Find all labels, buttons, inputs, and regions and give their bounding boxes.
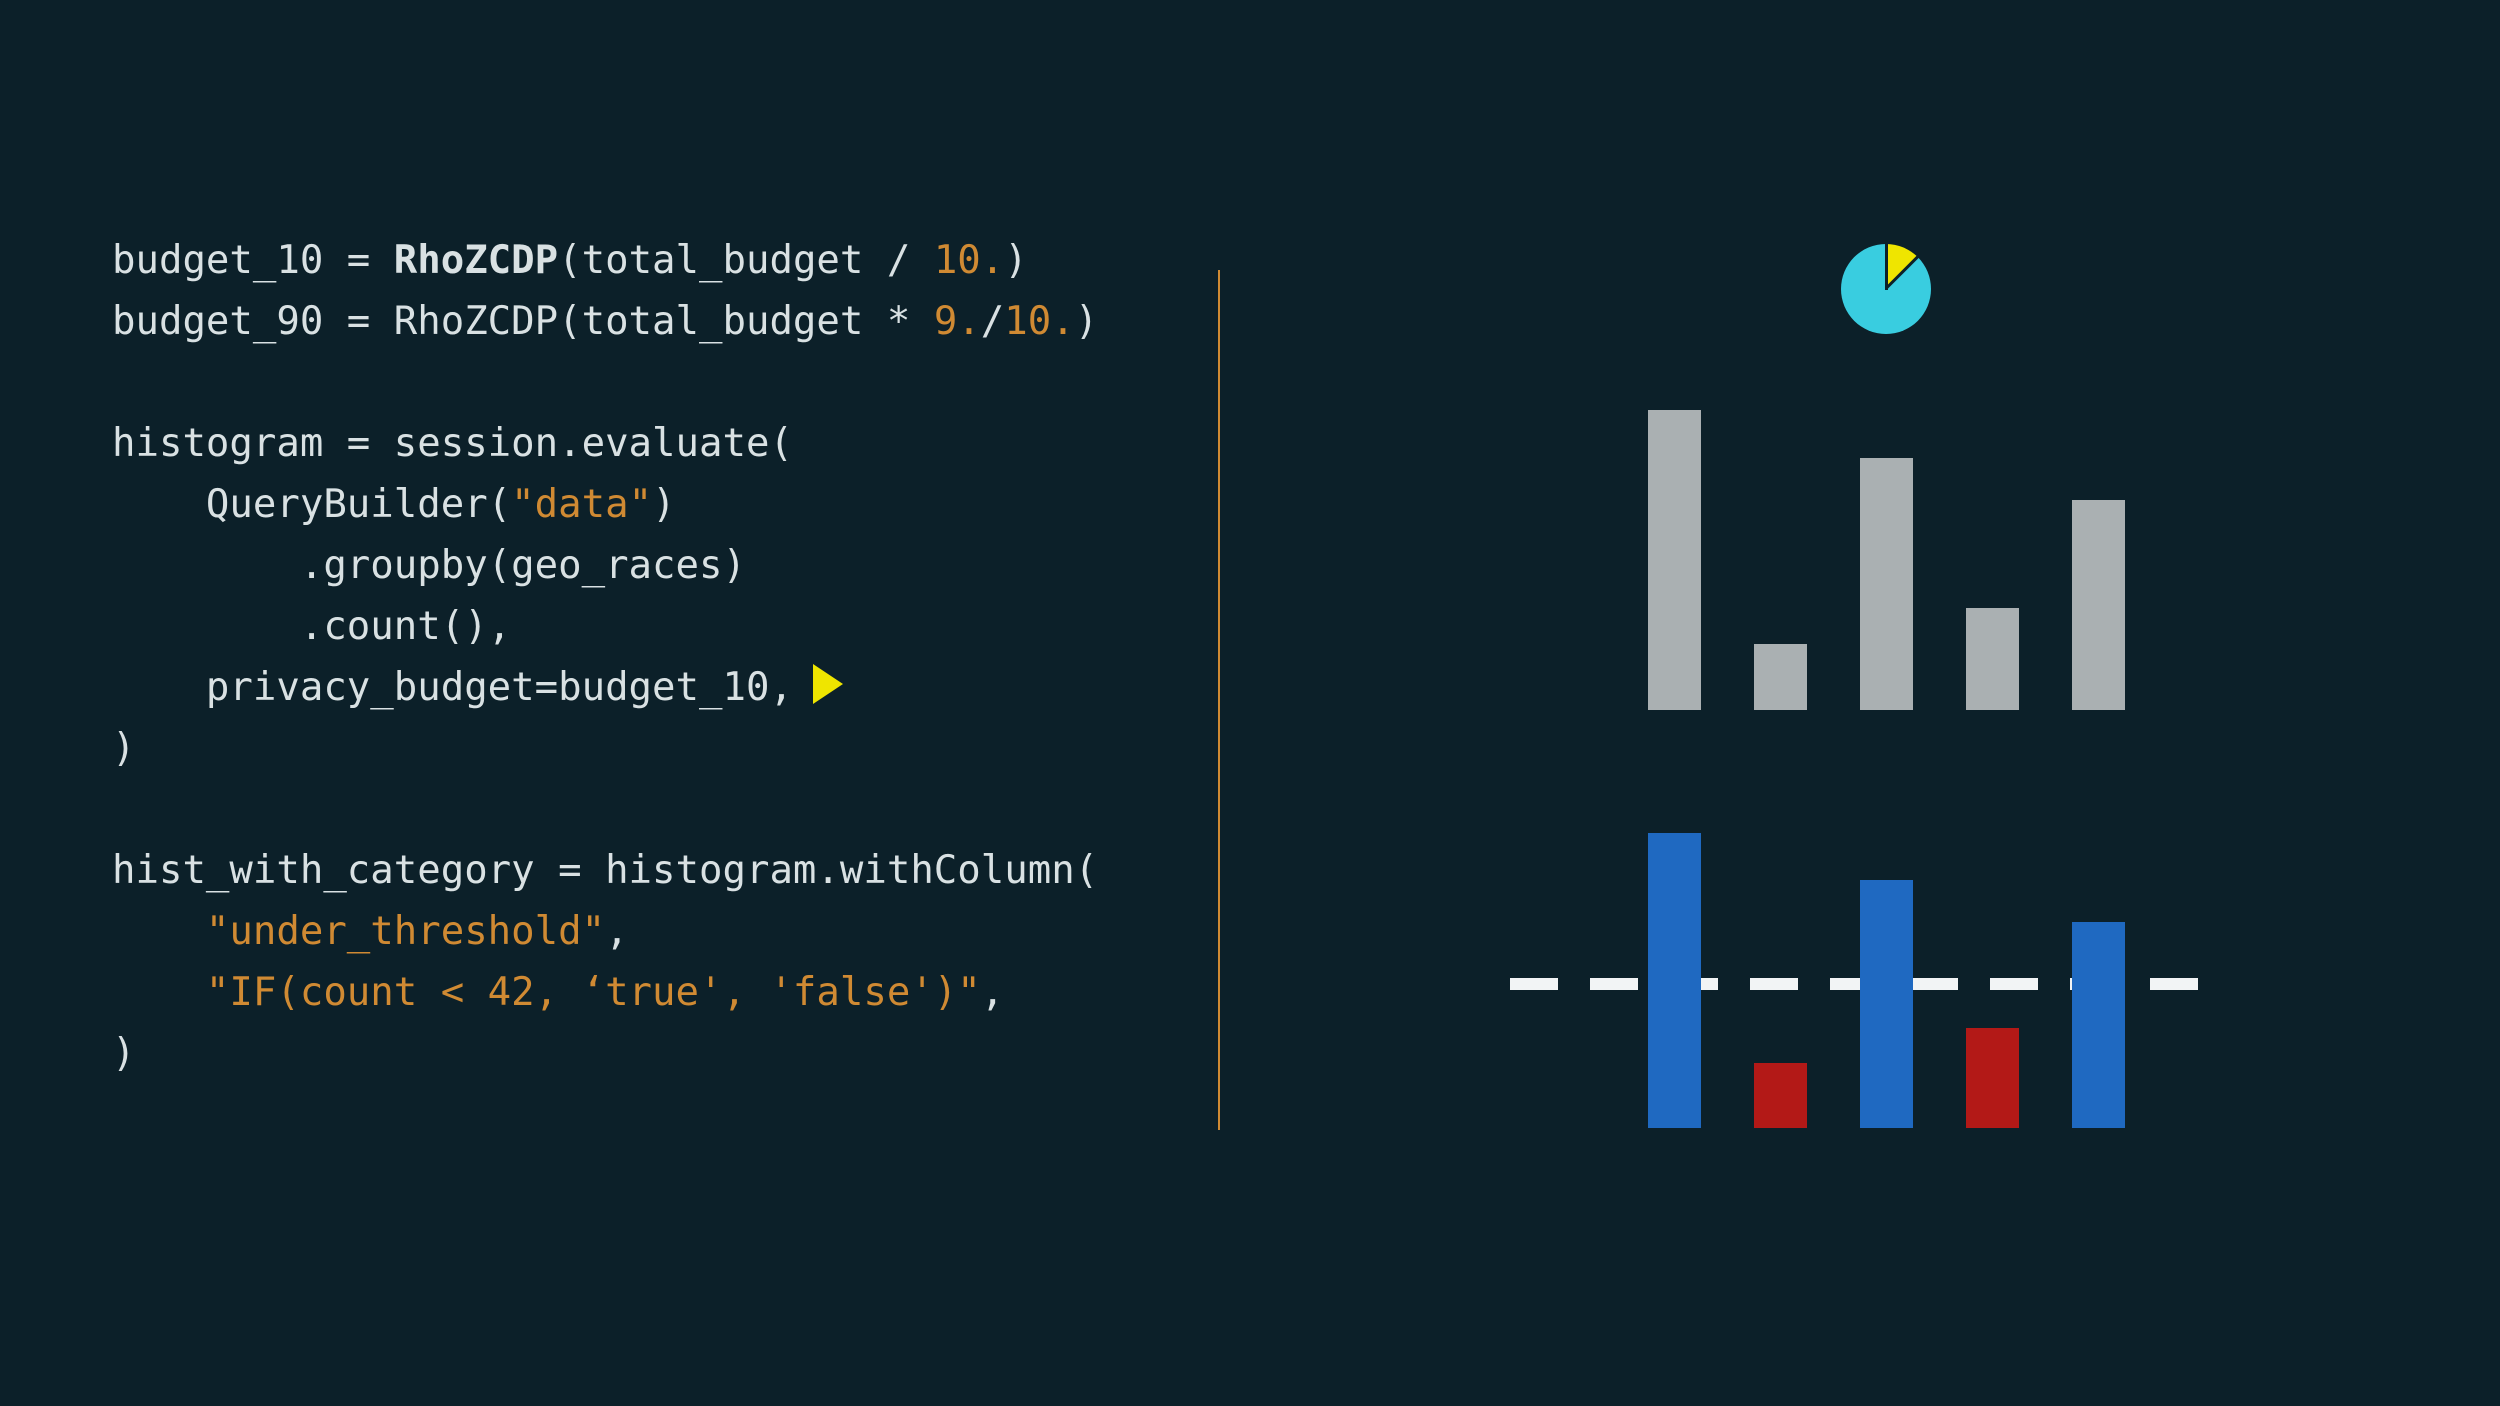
bar bbox=[1754, 644, 1807, 710]
bar bbox=[1860, 458, 1913, 710]
code-line-6: .groupby(geo_races) bbox=[112, 543, 746, 588]
code-line-9: ) bbox=[112, 726, 135, 771]
code-line-2: budget_90 = RhoZCDP(total_budget * 9./10… bbox=[112, 299, 1098, 344]
code-line-13: "IF(count < 42, ‘true', 'false')", bbox=[112, 970, 1004, 1015]
code-line-14: ) bbox=[112, 1031, 135, 1076]
bar bbox=[1754, 1063, 1807, 1128]
slide: budget_10 = RhoZCDP(total_budget / 10.) … bbox=[0, 0, 2500, 1406]
vertical-divider bbox=[1218, 270, 1220, 1130]
code-line-4: histogram = session.evaluate( bbox=[112, 421, 793, 466]
code-line-1: budget_10 = RhoZCDP(total_budget / 10.) bbox=[112, 238, 1028, 283]
histogram-chart-threshold bbox=[1648, 833, 2125, 1128]
histogram-chart-gray bbox=[1648, 410, 2125, 710]
bar bbox=[1860, 880, 1913, 1128]
bar bbox=[2072, 500, 2125, 710]
play-icon bbox=[813, 664, 843, 704]
code-line-12: "under_threshold", bbox=[112, 909, 629, 954]
code-line-8: privacy_budget=budget_10, bbox=[112, 665, 843, 710]
bar bbox=[1966, 608, 2019, 710]
bar bbox=[2072, 922, 2125, 1129]
code-line-7: .count(), bbox=[112, 604, 511, 649]
pie-chart bbox=[1841, 244, 1931, 334]
bar bbox=[1966, 1028, 2019, 1128]
code-line-11: hist_with_category = histogram.withColum… bbox=[112, 848, 1098, 893]
code-line-5: QueryBuilder("data") bbox=[112, 482, 676, 527]
bar bbox=[1648, 410, 1701, 710]
pie-slice-icon bbox=[1841, 244, 1931, 334]
code-block: budget_10 = RhoZCDP(total_budget / 10.) … bbox=[112, 230, 1098, 1084]
bar bbox=[1648, 833, 1701, 1128]
